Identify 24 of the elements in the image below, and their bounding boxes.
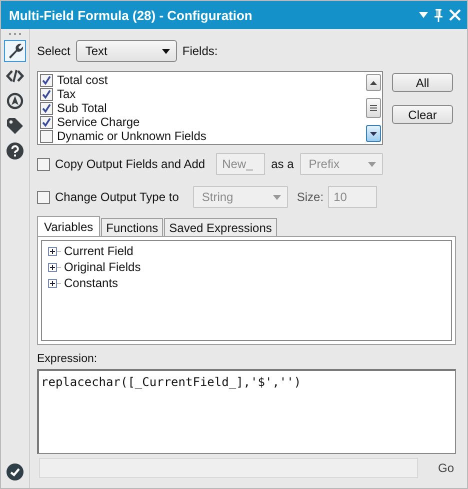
list-button[interactable]: All (392, 73, 453, 92)
select-label: Select (37, 44, 70, 58)
go-button[interactable]: Go (438, 461, 454, 475)
expression-editor[interactable]: replacechar([_CurrentField_],'$','') (37, 369, 456, 454)
tab[interactable]: Saved Expressions (164, 218, 277, 236)
expression-label: Expression: (37, 353, 98, 366)
field-name: Total cost (57, 73, 108, 87)
fields-label: Fields: (182, 44, 218, 58)
window-title: Multi-Field Formula (28) - Configuration (9, 8, 254, 22)
as-label: as a (271, 157, 294, 171)
field-name: Sub Total (57, 101, 107, 115)
tree-item[interactable]: Current Field (64, 244, 134, 258)
checkbox-label: Change Output Type to (55, 190, 179, 204)
list-button[interactable]: Clear (392, 105, 453, 124)
tab[interactable]: Functions (101, 218, 164, 236)
checkbox-label: Copy Output Fields and Add (55, 157, 206, 171)
field-name: Dynamic or Unknown Fields (57, 129, 206, 143)
tree-item[interactable]: Original Fields (64, 260, 141, 274)
field-name: Service Charge (57, 115, 140, 129)
tree-item[interactable]: Constants (64, 276, 118, 290)
tab[interactable]: Variables (37, 216, 100, 236)
field-name: Tax (57, 87, 76, 101)
size-label: Size: (296, 190, 324, 204)
field-type-dropdown[interactable]: Text (76, 40, 178, 62)
